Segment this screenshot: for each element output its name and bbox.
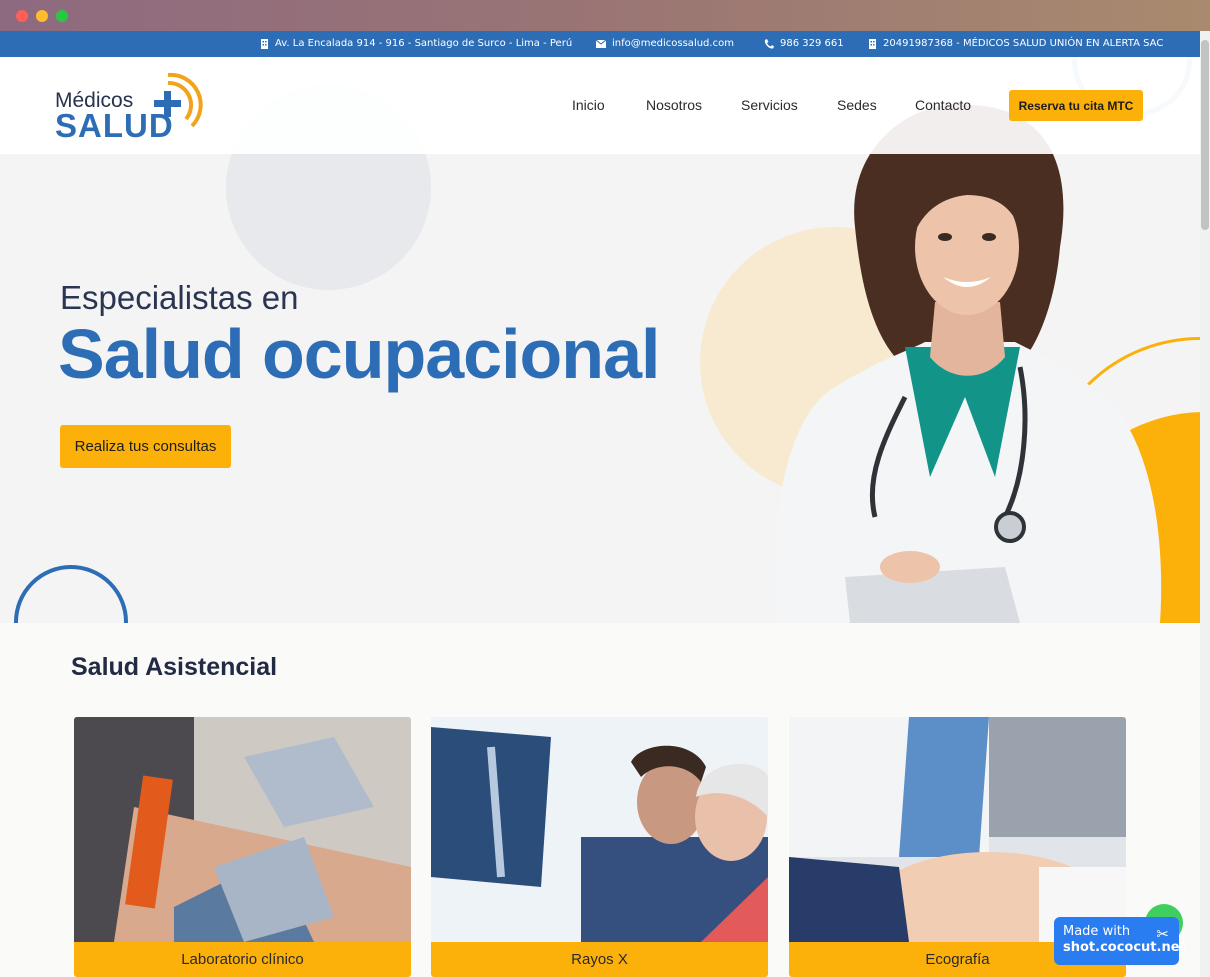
maximize-window-button[interactable] xyxy=(56,10,68,22)
lab-photo xyxy=(74,717,411,942)
service-card-laboratorio[interactable]: Laboratorio clínico xyxy=(74,717,411,977)
nav-servicios[interactable]: Servicios xyxy=(741,97,798,113)
minimize-window-button[interactable] xyxy=(36,10,48,22)
made-with-badge[interactable]: Made with shot.cococut.net ✂ xyxy=(1054,917,1186,965)
logo-cross-icon xyxy=(154,72,203,128)
scrollbar-thumb[interactable] xyxy=(1201,40,1209,230)
building-icon xyxy=(261,38,268,49)
consult-button[interactable]: Realiza tus consultas xyxy=(60,425,231,468)
nav-sedes[interactable]: Sedes xyxy=(837,97,877,113)
nav-inicio[interactable]: Inicio xyxy=(572,97,605,113)
badge-line1: Made with xyxy=(1063,924,1131,939)
mail-icon xyxy=(596,39,606,48)
ruc-info: 20491987368 - MÉDICOS SALUD UNIÓN EN ALE… xyxy=(868,38,1163,49)
nav-nosotros[interactable]: Nosotros xyxy=(646,97,702,113)
service-label: Laboratorio clínico xyxy=(74,942,411,977)
decorative-ring xyxy=(14,565,128,623)
doctor-image xyxy=(774,104,1162,623)
service-card-rayos-x[interactable]: Rayos X xyxy=(431,717,768,977)
ruc-text: 20491987368 - MÉDICOS SALUD UNIÓN EN ALE… xyxy=(883,38,1164,49)
window-titlebar xyxy=(0,0,1210,31)
site-logo[interactable]: Médicos SALUD xyxy=(55,71,215,144)
email-info[interactable]: info@medicossalud.com xyxy=(596,38,734,49)
service-label: Rayos X xyxy=(431,942,768,977)
top-info-bar: Av. La Encalada 914 - 916 - Santiago de … xyxy=(0,31,1200,57)
ultrasound-photo xyxy=(789,717,1126,942)
badge-line2: shot.cococut.net xyxy=(1063,940,1186,955)
xray-photo xyxy=(431,717,768,942)
section-title: Salud Asistencial xyxy=(71,653,278,681)
hero-subtitle: Especialistas en xyxy=(60,279,299,316)
email-link[interactable]: info@medicossalud.com xyxy=(612,38,734,49)
nav-contacto[interactable]: Contacto xyxy=(915,97,971,113)
hero-title: Salud ocupacional xyxy=(58,315,660,393)
scissors-icon: ✂ xyxy=(1156,925,1169,943)
building-icon xyxy=(869,38,876,49)
address-text: Av. La Encalada 914 - 916 - Santiago de … xyxy=(275,38,573,49)
phone-link[interactable]: 986 329 661 xyxy=(780,38,844,49)
phone-icon xyxy=(764,38,774,49)
phone-info[interactable]: 986 329 661 xyxy=(764,38,844,49)
site-header: Médicos SALUD Inicio Nosotros Servicios … xyxy=(0,57,1200,154)
reserve-appointment-button[interactable]: Reserva tu cita MTC xyxy=(1009,90,1143,121)
close-window-button[interactable] xyxy=(16,10,28,22)
address-info: Av. La Encalada 914 - 916 - Santiago de … xyxy=(260,38,572,49)
services-section: Salud Asistencial Laboratorio clínico Ra… xyxy=(0,623,1200,977)
